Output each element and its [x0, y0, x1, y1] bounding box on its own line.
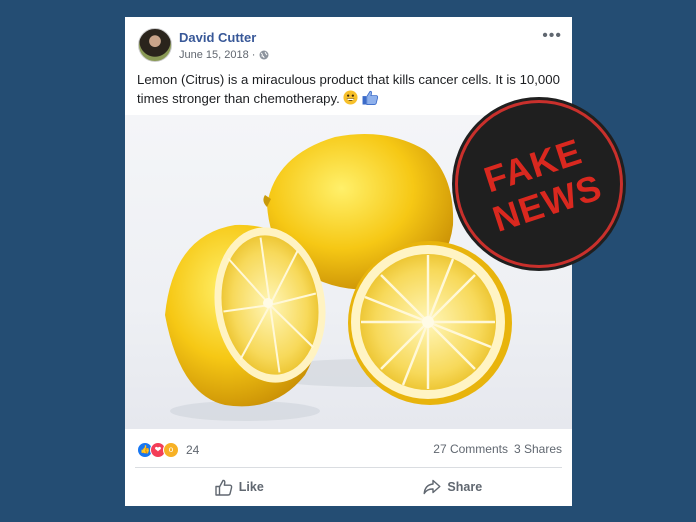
comments-count[interactable]: 27 Comments	[433, 442, 508, 456]
post-date[interactable]: June 15, 2018 ·	[179, 49, 255, 61]
thumbs-up-icon	[362, 90, 379, 105]
grinning-face-icon	[343, 90, 358, 105]
post-meta: June 15, 2018 ·	[179, 49, 269, 61]
share-arrow-icon	[423, 479, 441, 495]
engagement-stats: 27 Comments 3 Shares	[433, 442, 562, 456]
stamp-graphic: FAKE NEWS	[479, 131, 607, 240]
author-name[interactable]: David Cutter	[179, 30, 256, 45]
like-button[interactable]: Like	[215, 479, 264, 496]
reaction-count: 24	[186, 443, 200, 457]
avatar[interactable]	[138, 28, 172, 62]
wow-reaction-icon: o	[163, 442, 179, 458]
shares-count[interactable]: 3 Shares	[514, 442, 562, 456]
share-label: Share	[447, 480, 483, 494]
reactions-summary[interactable]: 👍 ❤ o 24	[137, 442, 199, 458]
more-options-button[interactable]: •••	[542, 27, 562, 45]
fake-news-stamp: FAKE NEWS	[455, 100, 623, 268]
reaction-icons: 👍 ❤ o	[137, 442, 179, 458]
thumbs-up-outline-icon	[215, 479, 233, 496]
divider	[135, 467, 562, 468]
like-label: Like	[238, 480, 264, 494]
post-actions: Like Share	[135, 472, 562, 502]
share-button[interactable]: Share	[423, 479, 482, 495]
globe-icon	[259, 50, 269, 60]
